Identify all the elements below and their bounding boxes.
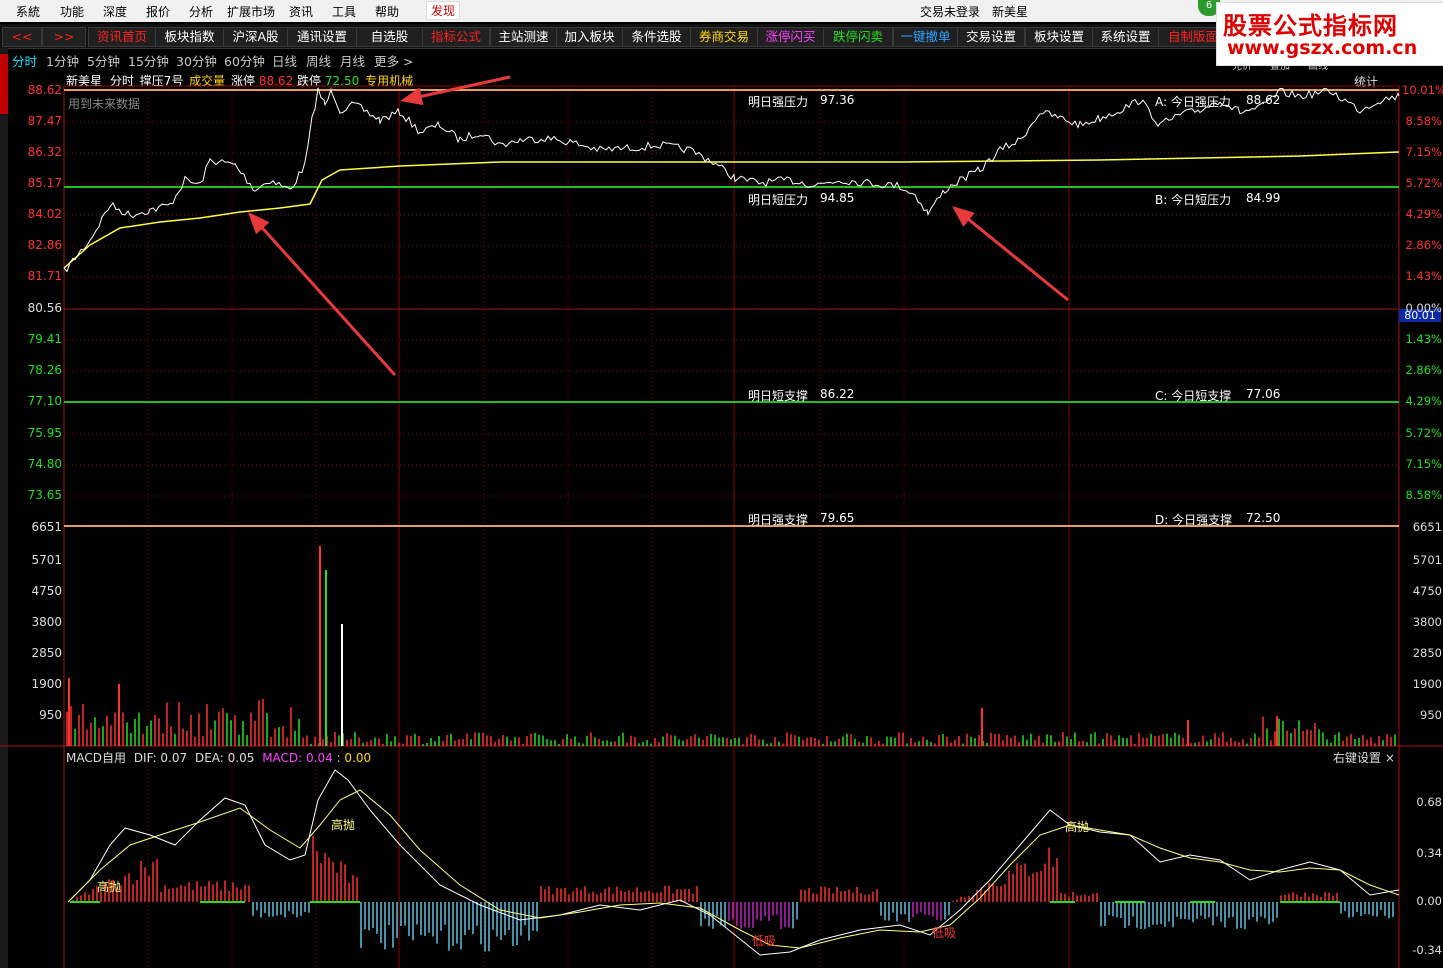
today-strong-support-value: 72.50 xyxy=(1246,511,1281,525)
macd-axis-label: 0.68 xyxy=(1416,795,1442,809)
tomorrow-short-support-value: 86.22 xyxy=(820,387,855,401)
tomorrow-strong-pressure-label: 明日强压力 xyxy=(748,95,809,109)
price-axis-left-label: 75.95 xyxy=(27,426,62,440)
volume-axis-label: 5701 xyxy=(31,553,62,567)
volume-axis-label: 5701 xyxy=(1412,553,1442,567)
price-axis-right-label: 10.01% xyxy=(1402,83,1443,97)
volume-axis-label: 2850 xyxy=(1412,646,1442,660)
tomorrow-strong-support-value: 79.65 xyxy=(820,511,855,525)
today-strong-pressure-label: A: 今日强压力 xyxy=(1155,95,1231,109)
volume-axis-label: 1900 xyxy=(31,677,62,691)
volume-axis-label: 4750 xyxy=(31,584,62,598)
price-axis-left-label: 78.26 xyxy=(27,363,62,377)
macd-signal-label: 高抛 xyxy=(331,818,356,832)
volume-axis-label: 6651 xyxy=(1412,520,1442,534)
macd-axis-label: -0.34 xyxy=(1412,943,1442,957)
price-axis-right-label: 5.72% xyxy=(1405,426,1442,440)
tomorrow-strong-support-label: 明日强支撑 xyxy=(748,513,809,527)
macd-dea-value: DEA: 0.05 xyxy=(194,751,255,765)
price-axis-left-label: 77.10 xyxy=(27,394,62,408)
macd-signal-label: 高抛 xyxy=(97,880,122,894)
price-axis-left-label: 74.80 xyxy=(27,457,62,471)
annotation-arrow-head xyxy=(952,206,975,227)
price-axis-right-label: 8.58% xyxy=(1405,488,1442,502)
today-strong-support-label: D: 今日强支撑 xyxy=(1155,513,1233,527)
annotation-arrow-shaft xyxy=(258,224,397,377)
chart-frame xyxy=(63,85,1400,747)
price-axis-right-label: 4.29% xyxy=(1405,207,1442,221)
intraday-chart[interactable] xyxy=(0,0,1443,968)
macd-header: MACD自用 DIF: 0.07 DEA: 0.05 MACD: 0.04 : … xyxy=(66,749,371,766)
average-price-line xyxy=(63,151,1400,269)
annotation-arrow-shaft xyxy=(416,75,511,99)
macd-axis-label: 0.00 xyxy=(1416,894,1442,908)
today-short-support-label: C: 今日短支撑 xyxy=(1155,389,1232,403)
price-axis-right-label: 8.58% xyxy=(1405,114,1442,128)
right-click-settings[interactable]: 右键设置 × xyxy=(1333,749,1395,766)
today-short-pressure-label: B: 今日短压力 xyxy=(1155,193,1232,207)
price-axis-right-label: 2.86% xyxy=(1405,363,1442,377)
price-axis-left-label: 73.65 xyxy=(27,488,62,502)
volume-axis-label: 3800 xyxy=(1412,615,1442,629)
volume-axis-label: 1900 xyxy=(1412,677,1442,691)
today-short-pressure-value: 84.99 xyxy=(1246,191,1281,205)
macd-title[interactable]: MACD自用 xyxy=(66,751,126,765)
price-axis-right-label: 1.43% xyxy=(1405,332,1442,346)
price-axis-right-label: 0.00% xyxy=(1405,301,1442,315)
macd-extra-value: : 0.00 xyxy=(336,751,372,765)
tomorrow-short-support-label: 明日短支撑 xyxy=(748,389,809,403)
price-axis-right-label: 5.72% xyxy=(1405,176,1442,190)
tomorrow-short-pressure-value: 94.85 xyxy=(820,191,855,205)
price-axis-right-label: 7.15% xyxy=(1405,457,1442,471)
price-axis-right-label: 1.43% xyxy=(1405,269,1442,283)
price-axis-left-label: 84.02 xyxy=(27,207,62,221)
price-axis-left-label: 85.17 xyxy=(27,176,62,190)
price-axis-right-label: 4.29% xyxy=(1405,394,1442,408)
today-short-support-value: 77.06 xyxy=(1246,387,1281,401)
price-axis-left-label: 87.47 xyxy=(27,114,62,128)
volume-axis-label: 4750 xyxy=(1412,584,1442,598)
macd-dif-value: DIF: 0.07 xyxy=(133,751,188,765)
price-axis-left-label: 81.71 xyxy=(27,269,62,283)
price-axis-right-label: 7.15% xyxy=(1405,145,1442,159)
macd-value: MACD: 0.04 xyxy=(262,751,333,765)
price-axis-right-label: 2.86% xyxy=(1405,238,1442,252)
volume-axis-label: 3800 xyxy=(31,615,62,629)
price-axis-left-label: 82.86 xyxy=(27,238,62,252)
volume-axis-label: 2850 xyxy=(31,646,62,660)
tomorrow-strong-pressure-value: 97.36 xyxy=(820,93,855,107)
price-axis-left-label: 86.32 xyxy=(27,145,62,159)
volume-axis-label: 6651 xyxy=(31,520,62,534)
price-axis-left-label: 88.62 xyxy=(27,83,62,97)
price-line xyxy=(63,87,1400,273)
volume-axis-label: 950 xyxy=(39,708,62,722)
today-strong-pressure-value: 88.62 xyxy=(1246,93,1281,107)
price-axis-left-label: 80.56 xyxy=(27,301,62,315)
annotation-arrow-shaft xyxy=(964,215,1069,302)
tomorrow-short-pressure-label: 明日短压力 xyxy=(748,193,809,207)
macd-signal-label: 高抛 xyxy=(1065,820,1090,834)
macd-signal-label: 低吸 xyxy=(932,926,957,940)
price-axis-left-label: 79.41 xyxy=(27,332,62,346)
volume-axis-label: 950 xyxy=(1420,708,1442,722)
macd-signal-label: 低吸 xyxy=(752,934,777,948)
macd-axis-label: 0.34 xyxy=(1416,846,1442,860)
